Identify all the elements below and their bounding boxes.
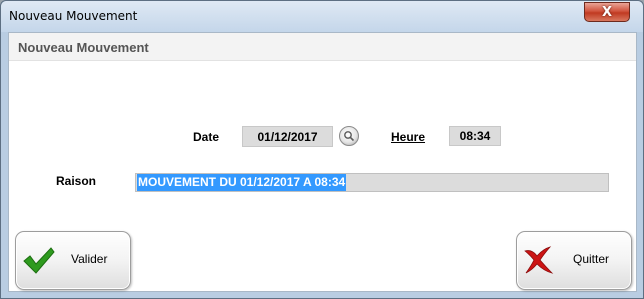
titlebar-watermark xyxy=(321,1,621,31)
cross-icon xyxy=(524,246,554,274)
window-title: Nouveau Mouvement xyxy=(9,9,138,23)
heure-field[interactable]: 08:34 xyxy=(449,126,501,146)
date-picker-button[interactable] xyxy=(339,126,359,146)
heure-label: Heure xyxy=(391,130,426,144)
quit-button[interactable]: Quitter xyxy=(516,231,632,290)
close-button[interactable]: X xyxy=(584,2,630,22)
validate-button[interactable]: Valider xyxy=(15,231,131,290)
raison-input[interactable]: MOUVEMENT DU 01/12/2017 A 08:34 xyxy=(135,173,609,192)
form-header: Nouveau Mouvement xyxy=(9,33,636,61)
dialog-window: Nouveau Mouvement X Nouveau Mouvement Da… xyxy=(0,0,644,299)
raison-selected-text: MOUVEMENT DU 01/12/2017 A 08:34 xyxy=(137,174,347,191)
magnifier-icon xyxy=(344,131,355,142)
date-field[interactable]: 01/12/2017 xyxy=(242,126,333,147)
quit-label: Quitter xyxy=(573,252,610,266)
checkmark-icon xyxy=(23,247,55,274)
date-label: Date xyxy=(193,130,220,144)
title-bar: Nouveau Mouvement X xyxy=(1,1,643,32)
form-title: Nouveau Mouvement xyxy=(18,40,149,55)
raison-label: Raison xyxy=(56,174,97,188)
close-icon: X xyxy=(601,4,613,20)
dialog-body: Nouveau Mouvement Date 01/12/2017 Heure … xyxy=(8,32,637,292)
validate-label: Valider xyxy=(71,252,108,266)
